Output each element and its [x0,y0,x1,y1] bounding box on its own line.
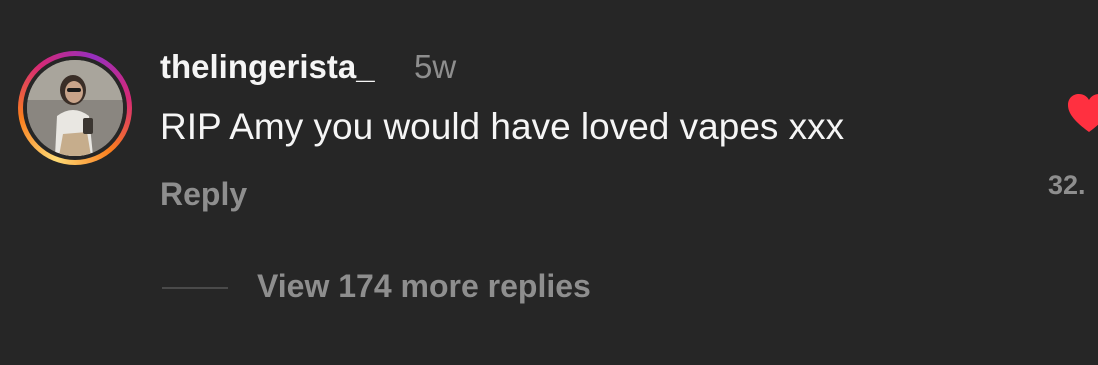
comment-text: RIP Amy you would have loved vapes xxx [160,106,845,147]
story-ring[interactable] [18,51,132,165]
view-more-replies-button[interactable]: View 174 more replies [257,268,591,305]
comment-timestamp: 5w [414,48,457,85]
comment-item: thelingerista_ 5w RIP Amy you would have… [0,0,1098,365]
avatar[interactable] [27,60,123,156]
comment-username[interactable]: thelingerista_ [160,48,375,86]
replies-divider [162,287,228,289]
like-count: 32. [1048,170,1086,200]
avatar-photo [27,60,123,156]
heart-icon[interactable] [1066,92,1098,134]
reply-button[interactable]: Reply [160,176,247,213]
